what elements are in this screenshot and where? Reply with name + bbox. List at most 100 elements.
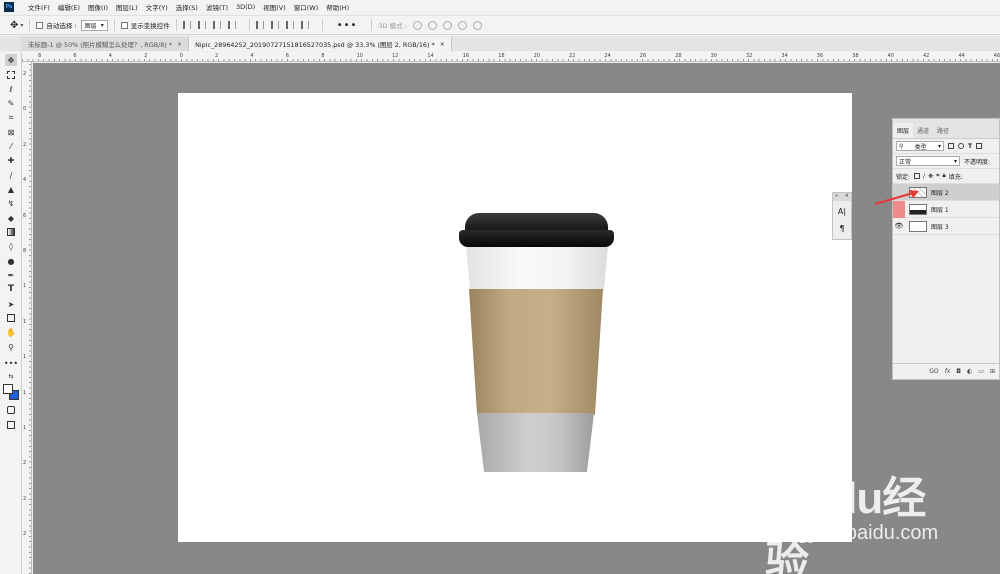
move-tool-icon[interactable]: ✥ xyxy=(5,54,17,66)
tools-panel: ✥ ℓ ✎ ⌗ ⊠ ⁄ ✚ ∕ ▲ ↯ ◆ ◊ ● ✒ T ➤ ✋ ⚲ ••• … xyxy=(0,52,22,574)
move-tool-preset-icon[interactable]: ✥ xyxy=(10,20,18,31)
menu-help[interactable]: 帮助(H) xyxy=(326,2,349,12)
align-top-icon[interactable] xyxy=(255,21,264,29)
chevron-down-icon[interactable]: ▾ xyxy=(20,22,23,29)
more-tools-icon[interactable]: ••• xyxy=(4,357,18,369)
ruler-tick-label: 4 xyxy=(250,53,254,59)
filter-shape-icon[interactable] xyxy=(976,143,983,149)
filter-kind-dropdown[interactable]: ⚲ 类型 ▾ xyxy=(896,141,944,151)
slide-3d-icon[interactable] xyxy=(457,20,467,30)
align-left-icon[interactable] xyxy=(182,21,191,29)
dodge-tool-icon[interactable]: ● xyxy=(5,255,17,267)
crop-tool-icon[interactable]: ⌗ xyxy=(5,112,17,124)
ruler-tick-label: 32 xyxy=(746,53,753,59)
history-brush-tool-icon[interactable]: ↯ xyxy=(5,197,17,209)
new-layer-icon[interactable]: ⊞ xyxy=(990,368,995,375)
eraser-tool-icon[interactable]: ◆ xyxy=(5,212,17,224)
frame-tool-icon[interactable]: ⊠ xyxy=(5,126,17,138)
pan-3d-icon[interactable] xyxy=(442,20,452,30)
rectangle-tool-icon[interactable] xyxy=(5,312,17,324)
layer-name[interactable]: 图层 3 xyxy=(931,222,949,231)
align-middle-icon[interactable] xyxy=(270,21,279,29)
lasso-tool-icon[interactable]: ℓ xyxy=(5,83,17,95)
eye-icon[interactable]: 👁︎ xyxy=(893,218,905,235)
scale-3d-icon[interactable] xyxy=(472,20,482,30)
layer-name[interactable]: 图层 1 xyxy=(931,205,949,214)
tab-nipic-psd[interactable]: Nipic_28964252_20190727151816527035.psd … xyxy=(189,37,452,51)
menu-file[interactable]: 文件(F) xyxy=(28,2,50,12)
close-icon[interactable]: × xyxy=(177,41,182,48)
close-icon[interactable]: × xyxy=(845,193,849,201)
distribute-vertical-icon[interactable] xyxy=(300,21,309,29)
swap-colors-icon[interactable]: ⇆ xyxy=(5,370,17,382)
blend-mode-dropdown[interactable]: 正常 ▾ xyxy=(896,156,960,166)
tab-channels[interactable]: 通道 xyxy=(913,123,933,138)
screen-mode-icon[interactable] xyxy=(5,419,17,431)
lock-artboard-icon[interactable]: ⌗ xyxy=(936,172,939,180)
vertical-ruler[interactable]: 2 0 2 4 6 8 1 1 1 1 1 2 2 2 xyxy=(22,62,32,574)
menu-view[interactable]: 视图(V) xyxy=(263,2,286,12)
filter-adjustment-icon[interactable] xyxy=(958,143,964,149)
menu-edit[interactable]: 编辑(E) xyxy=(58,2,80,12)
lock-position-icon[interactable]: ✥ xyxy=(928,173,933,180)
collapse-icon[interactable]: » xyxy=(835,193,838,201)
divider xyxy=(175,19,177,31)
photoshop-logo[interactable]: Ps xyxy=(4,2,14,12)
ruler-tick-label: 1 xyxy=(23,318,27,325)
orbit-3d-icon[interactable] xyxy=(412,20,422,30)
lock-transparent-icon[interactable] xyxy=(914,173,921,179)
eyedropper-tool-icon[interactable]: ⁄ xyxy=(5,140,17,152)
character-panel-icon[interactable]: A| xyxy=(834,204,850,218)
quick-select-tool-icon[interactable]: ✎ xyxy=(5,97,17,109)
close-icon[interactable]: × xyxy=(440,41,445,48)
ruler-tick-label: 10 xyxy=(356,53,363,59)
add-mask-icon[interactable]: ◘ xyxy=(956,368,961,375)
horizontal-ruler[interactable]: 8 6 4 2 0 2 4 6 8 10 12 14 16 18 20 22 24 26 28 30 32 34 36 38 4… xyxy=(22,52,1000,62)
pen-tool-icon[interactable]: ✒ xyxy=(5,269,17,281)
menu-window[interactable]: 窗口(W) xyxy=(294,2,319,12)
roll-3d-icon[interactable] xyxy=(427,20,437,30)
menu-3d[interactable]: 3D(D) xyxy=(236,3,255,11)
auto-select-dropdown[interactable]: 图层 ▾ xyxy=(80,19,108,31)
align-center-icon[interactable] xyxy=(197,21,206,29)
distribute-icon[interactable] xyxy=(227,21,236,29)
paragraph-panel-icon[interactable]: ¶ xyxy=(834,221,850,235)
align-right-icon[interactable] xyxy=(212,21,221,29)
zoom-tool-icon[interactable]: ⚲ xyxy=(5,341,17,353)
filter-type-icon[interactable]: T xyxy=(968,143,972,150)
path-select-tool-icon[interactable]: ➤ xyxy=(5,298,17,310)
link-layers-icon[interactable]: GO xyxy=(929,368,938,375)
ruler-tick-label: 42 xyxy=(923,53,930,59)
tab-untitled-1[interactable]: 未标题-1 @ 50% (照片模糊怎么处理？, RGB/8) * × xyxy=(22,37,190,51)
menu-type[interactable]: 文字(Y) xyxy=(146,2,168,12)
tab-layers[interactable]: 图层 xyxy=(893,123,914,138)
quick-mask-icon[interactable] xyxy=(5,404,17,416)
menu-filter[interactable]: 滤镜(T) xyxy=(206,2,228,12)
blur-tool-icon[interactable]: ◊ xyxy=(5,240,17,252)
lock-all-icon[interactable]: 🔒︎ xyxy=(942,172,945,180)
menu-select[interactable]: 选择(S) xyxy=(176,2,198,12)
lock-pixels-icon[interactable]: ∕ xyxy=(923,173,925,180)
gradient-tool-icon[interactable] xyxy=(5,226,17,238)
filter-pixel-icon[interactable] xyxy=(948,143,954,149)
foreground-color-swatch[interactable] xyxy=(3,384,13,394)
hand-tool-icon[interactable]: ✋ xyxy=(5,326,17,338)
align-bottom-icon[interactable] xyxy=(285,21,294,29)
type-tool-icon[interactable]: T xyxy=(5,283,17,295)
menu-image[interactable]: 图像(I) xyxy=(88,2,108,12)
fx-icon[interactable]: fx xyxy=(945,368,951,375)
stamp-tool-icon[interactable]: ▲ xyxy=(5,183,17,195)
marquee-tool-icon[interactable] xyxy=(5,69,17,81)
tab-paths[interactable]: 路径 xyxy=(933,123,953,138)
layer-row-layer-3[interactable]: 👁︎ 图层 3 xyxy=(893,218,999,235)
show-transform-checkbox[interactable] xyxy=(120,21,128,29)
layer-name[interactable]: 图层 2 xyxy=(931,188,949,197)
healing-tool-icon[interactable]: ✚ xyxy=(5,154,17,166)
ruler-tick-label: 20 xyxy=(533,53,540,59)
menu-layer[interactable]: 图层(L) xyxy=(116,2,138,12)
adjustment-layer-icon[interactable]: ◐ xyxy=(967,368,972,375)
brush-tool-icon[interactable]: ∕ xyxy=(5,169,17,181)
new-group-icon[interactable]: ▭ xyxy=(978,368,984,375)
more-options-button[interactable]: ••• xyxy=(337,20,358,31)
auto-select-checkbox[interactable] xyxy=(36,21,44,29)
